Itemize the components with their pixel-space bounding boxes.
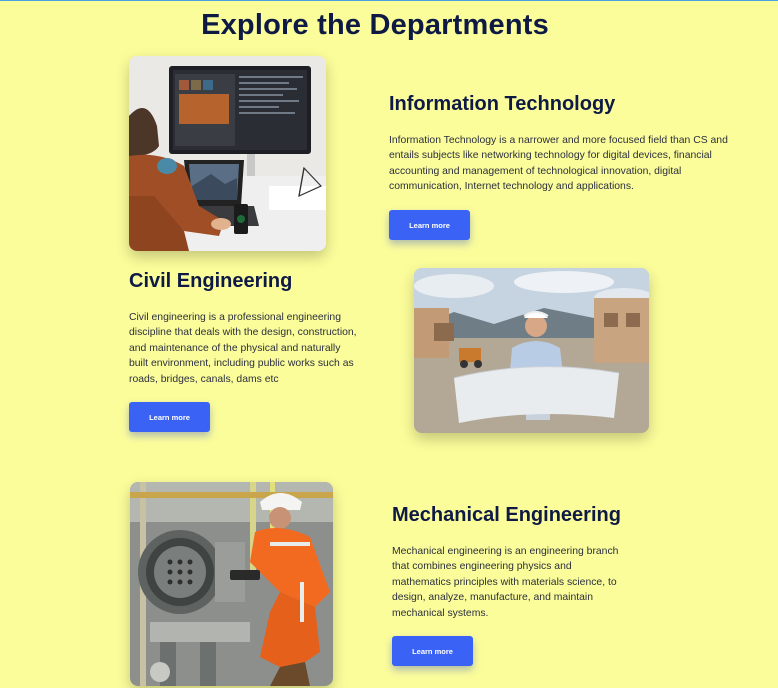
civil-learn-more-button[interactable]: Learn more bbox=[129, 402, 210, 432]
page-title: Explore the Departments bbox=[201, 9, 549, 41]
civil-department-description: Civil engineering is a professional engi… bbox=[129, 312, 357, 385]
mechanical-department-description: Mechanical engineering is an engineering… bbox=[392, 546, 619, 619]
mechanical-learn-more-button[interactable]: Learn more bbox=[392, 636, 473, 666]
laptop-desk-photo-icon bbox=[129, 56, 326, 251]
mechanical-department-title: Mechanical Engineering bbox=[392, 504, 621, 526]
civil-department-image bbox=[414, 268, 649, 433]
worker-machinery-photo-icon bbox=[130, 482, 333, 686]
mechanical-department-image bbox=[130, 482, 333, 686]
engineer-blueprint-photo-icon bbox=[414, 268, 649, 433]
it-department-description: Information Technology is a narrower and… bbox=[389, 135, 728, 193]
it-department-image bbox=[129, 56, 326, 251]
it-learn-more-button[interactable]: Learn more bbox=[389, 210, 470, 240]
civil-department-title: Civil Engineering bbox=[129, 270, 293, 292]
it-department-title: Information Technology bbox=[389, 93, 616, 115]
